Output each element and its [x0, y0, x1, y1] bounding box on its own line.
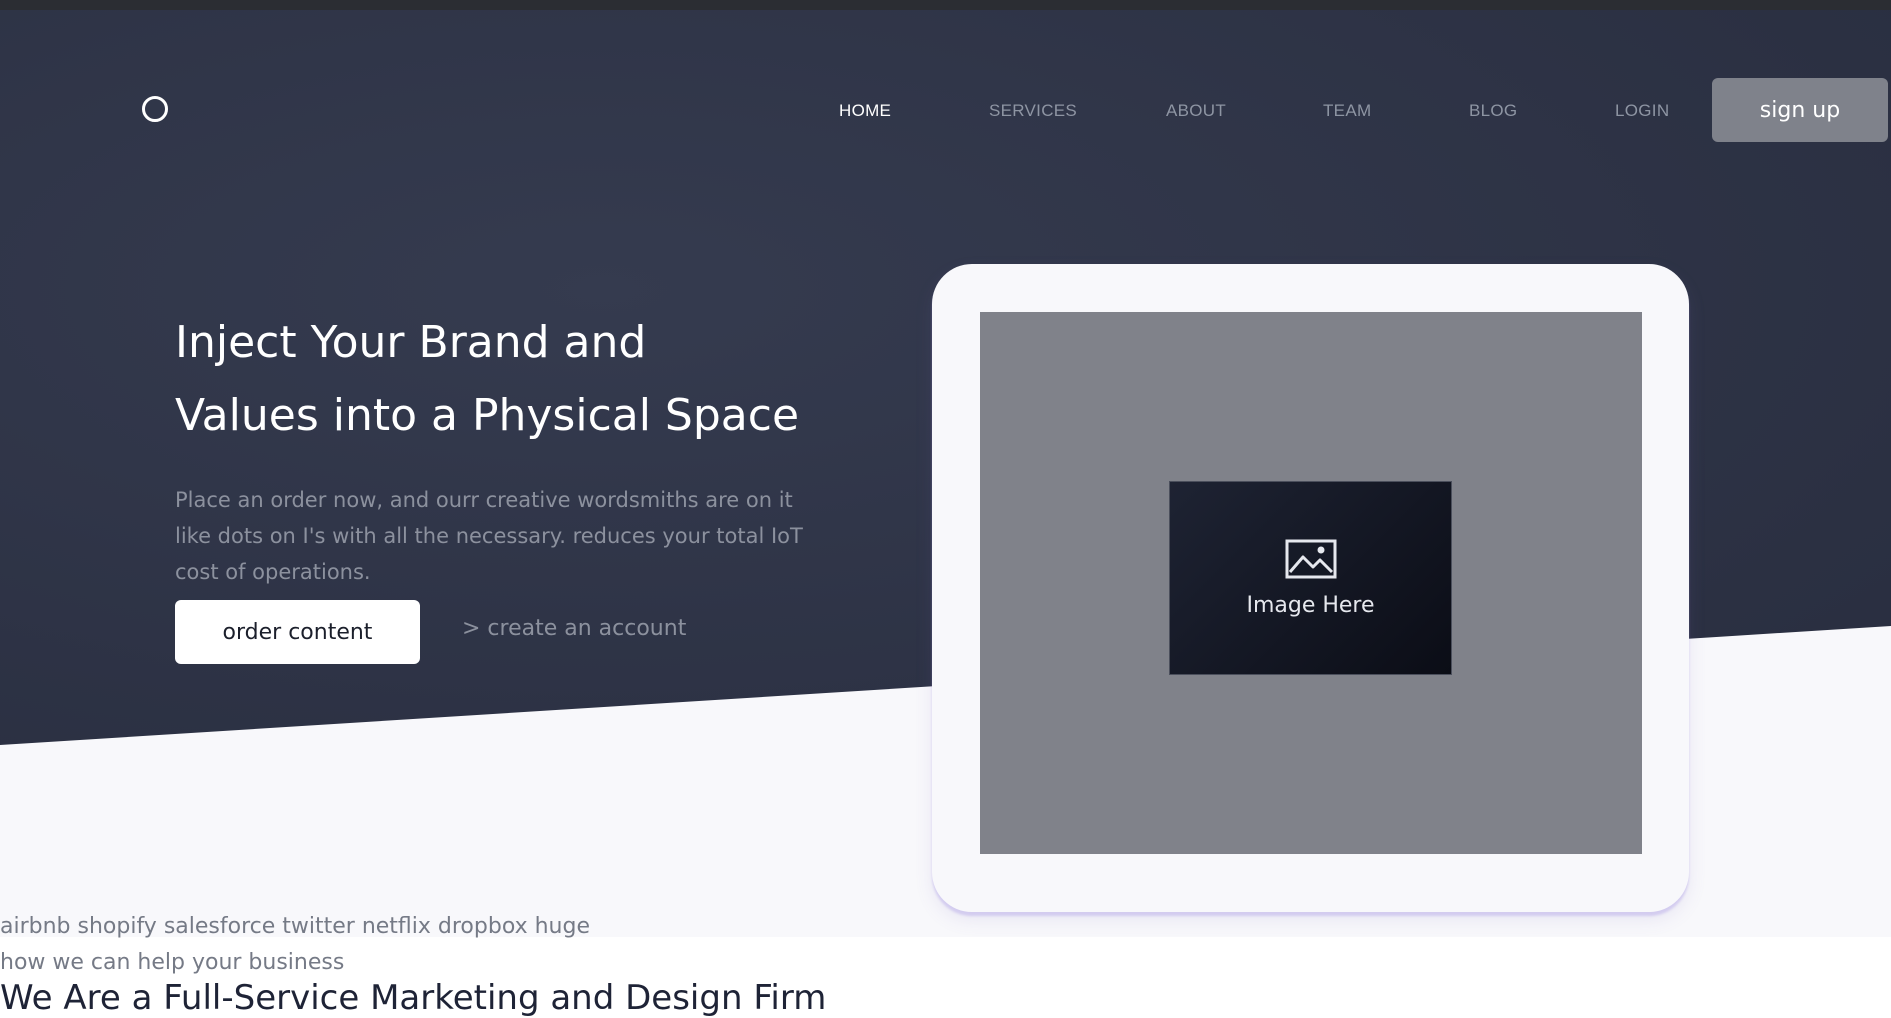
hero-image-card: Image Here [932, 264, 1689, 912]
order-content-button[interactable]: order content [175, 600, 420, 664]
image-placeholder-label: Image Here [1246, 592, 1375, 618]
hero-subtext-line-3: cost of operations. [175, 560, 371, 584]
nav-item-about[interactable]: ABOUT [1166, 101, 1226, 121]
hero-subtext-line-1: Place an order now, and ourr creative wo… [175, 488, 793, 512]
nav-item-blog[interactable]: BLOG [1469, 101, 1517, 121]
signup-button[interactable]: sign up [1712, 78, 1888, 142]
hero-image-area: Image Here [980, 312, 1642, 854]
hero-headline-line-2: Values into a Physical Space [175, 390, 800, 441]
create-account-link[interactable]: > create an account [462, 616, 686, 641]
browser-top-bar [0, 0, 1891, 10]
image-placeholder: Image Here [1169, 481, 1452, 675]
nav-item-login[interactable]: LOGIN [1615, 101, 1669, 121]
circle-logo-icon[interactable] [142, 96, 168, 122]
nav-item-team[interactable]: TEAM [1323, 101, 1371, 121]
hero-subtext-line-2: like dots on I's with all the necessary.… [175, 524, 803, 548]
brand-logos-list: airbnb shopify salesforce twitter netfli… [0, 914, 591, 939]
page: HOME SERVICES ABOUT TEAM BLOG LOGIN sign… [0, 10, 1891, 1018]
hero-headline: Inject Your Brand and Values into a Phys… [175, 306, 895, 452]
services-title: We Are a Full-Service Marketing and Desi… [0, 978, 827, 1018]
image-icon [1285, 539, 1336, 578]
nav-item-home[interactable]: HOME [839, 101, 891, 121]
hero-subtext: Place an order now, and ourr creative wo… [175, 482, 835, 590]
nav-item-services[interactable]: SERVICES [989, 101, 1077, 121]
services-eyebrow: how we can help your business [0, 950, 345, 975]
hero-headline-line-1: Inject Your Brand and [175, 317, 647, 368]
